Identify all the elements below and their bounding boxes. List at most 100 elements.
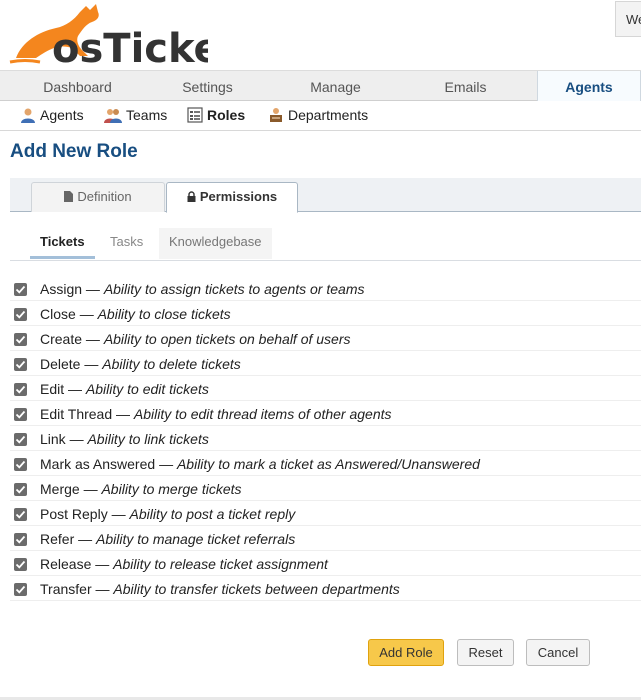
permission-label: Release — Ability to release ticket assi… [40,556,328,572]
welcome-text: We [626,12,641,27]
nav-tab-agents[interactable]: Agents [537,71,641,102]
permission-description: Ability to close tickets [97,306,231,322]
permission-description: Ability to link tickets [87,431,209,447]
permission-name: Transfer [40,581,92,597]
permission-row: Link — Ability to link tickets [10,426,641,451]
permission-description: Ability to manage ticket referrals [96,531,296,547]
lock-icon [187,191,196,202]
permission-checkbox[interactable] [14,533,27,546]
main-nav: Dashboard Settings Manage Emails Agents [0,70,641,102]
permission-description: Ability to edit thread items of other ag… [133,406,392,422]
permission-label: Post Reply — Ability to post a ticket re… [40,506,295,522]
role-tabs: Definition Permissions [10,178,641,213]
permission-label: Close — Ability to close tickets [40,306,231,322]
tab-definition[interactable]: Definition [31,182,165,212]
permission-description: Ability to mark a ticket as Answered/Una… [176,456,480,472]
permission-description: Ability to release ticket assignment [113,556,328,572]
header: osTicket We [0,0,641,72]
checkmark-icon [15,585,26,594]
permission-checkbox[interactable] [14,333,27,346]
permission-label: Merge — Ability to merge tickets [40,481,242,497]
subnav-item-teams[interactable]: Teams [104,101,167,130]
permission-name: Mark as Answered [40,456,156,472]
permission-name: Edit Thread [40,406,113,422]
permission-separator: — [95,556,110,572]
permission-name: Link [40,431,66,447]
permission-description: Ability to merge tickets [101,481,242,497]
permission-checkbox[interactable] [14,583,27,596]
subnav-item-label: Teams [126,107,168,123]
permission-checkbox[interactable] [14,558,27,571]
permission-checkbox[interactable] [14,383,27,396]
permission-description: Ability to transfer tickets between depa… [113,581,400,597]
permission-checkbox[interactable] [14,458,27,471]
checkmark-icon [15,360,26,369]
checkmark-icon [15,510,26,519]
nav-tab-emails[interactable]: Emails [388,71,543,101]
permission-description: Ability to edit tickets [85,381,209,397]
permission-row: Create — Ability to open tickets on beha… [10,326,641,351]
permission-row: Edit — Ability to edit tickets [10,376,641,401]
subnav-item-roles[interactable]: Roles [187,101,245,130]
osticket-logo[interactable]: osTicket [8,2,240,72]
permission-separator: — [85,281,100,297]
checkmark-icon [15,335,26,344]
roles-icon [187,107,203,123]
reset-button[interactable]: Reset [457,639,514,666]
permission-subtabs: Tickets Tasks Knowledgebase [30,228,641,261]
permission-row: Edit Thread — Ability to edit thread ite… [10,401,641,426]
permission-name: Assign [40,281,83,297]
permission-checkbox[interactable] [14,483,27,496]
subtab-knowledgebase[interactable]: Knowledgebase [159,228,272,259]
permission-list: Assign — Ability to assign tickets to ag… [10,276,641,601]
tab-permissions[interactable]: Permissions [166,182,298,213]
subnav-item-label: Agents [40,107,84,123]
svg-text:osTicket: osTicket [52,26,208,66]
permission-row: Mark as Answered — Ability to mark a tic… [10,451,641,476]
permission-label: Delete — Ability to delete tickets [40,356,241,372]
tab-label: Permissions [199,189,278,204]
permission-label: Create — Ability to open tickets on beha… [40,331,351,347]
subtab-tickets[interactable]: Tickets [30,228,95,259]
permission-separator: — [95,581,110,597]
permission-name: Create [40,331,83,347]
kangaroo-logo-icon: osTicket [9,4,240,72]
permission-row: Delete — Ability to delete tickets [10,351,641,376]
page-title: Add New Role [10,141,138,162]
permission-row: Merge — Ability to merge tickets [10,476,641,501]
subtab-tasks[interactable]: Tasks [100,228,153,259]
file-icon [64,191,74,202]
permission-label: Transfer — Ability to transfer tickets b… [40,581,400,597]
add-role-button[interactable]: Add Role [368,639,444,666]
permission-name: Post Reply [40,506,108,522]
permission-label: Edit Thread — Ability to edit thread ite… [40,406,392,422]
checkmark-icon [15,535,26,544]
permission-checkbox[interactable] [14,308,27,321]
permission-checkbox[interactable] [14,283,27,296]
subnav-item-agents[interactable]: Agents [20,101,84,130]
permission-row: Refer — Ability to manage ticket referra… [10,526,641,551]
permission-separator: — [69,431,84,447]
permission-separator: — [78,531,93,547]
permission-checkbox[interactable] [14,358,27,371]
subnav-item-label: Departments [288,107,369,123]
welcome-box: We [615,1,641,37]
cancel-button[interactable]: Cancel [526,639,590,666]
checkmark-icon [15,310,26,319]
permission-checkbox[interactable] [14,508,27,521]
subnav-item-label: Roles [207,107,246,123]
permission-checkbox[interactable] [14,433,27,446]
checkmark-icon [15,460,26,469]
permission-description: Ability to post a ticket reply [129,506,296,522]
permission-name: Merge [40,481,80,497]
permission-description: Ability to assign tickets to agents or t… [103,281,365,297]
permission-name: Refer [40,531,75,547]
checkmark-icon [15,410,26,419]
subnav-item-departments[interactable]: Departments [268,101,368,130]
permission-label: Assign — Ability to assign tickets to ag… [40,281,365,297]
department-icon [270,108,282,122]
checkmark-icon [15,385,26,394]
permission-separator: — [84,356,99,372]
permission-checkbox[interactable] [14,408,27,421]
permission-name: Release [40,556,92,572]
